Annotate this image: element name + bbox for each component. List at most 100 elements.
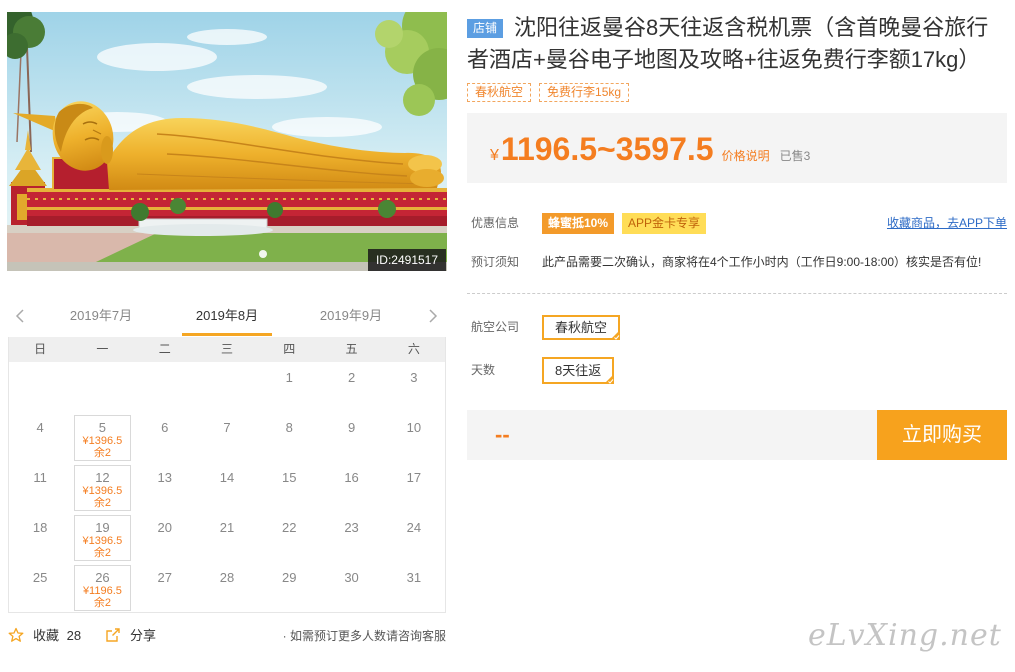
day-number: 8 (285, 420, 293, 435)
calendar-day: 20 (134, 512, 196, 562)
calendar-day: 1 (258, 362, 320, 412)
calendar-day-available[interactable]: 12 ¥1396.5 余2 (71, 462, 133, 512)
product-image[interactable] (7, 12, 447, 271)
day-number: 23 (344, 520, 359, 535)
day-number: 12 (95, 470, 110, 485)
weekday-label: 日 (34, 342, 47, 356)
tag-baggage: 免费行李15kg (539, 83, 630, 102)
check-corner-icon (604, 374, 615, 384)
day-stock: 余2 (93, 497, 111, 509)
calendar-empty-cell (134, 362, 196, 412)
day-number: 1 (285, 370, 293, 385)
day-number: 26 (95, 570, 110, 585)
calendar-day-available[interactable]: 26 ¥1196.5 余2 (71, 562, 133, 612)
buy-now-button[interactable]: 立即购买 (877, 410, 1007, 460)
favorite-app-order-link[interactable]: 收藏商品，去APP下单 (887, 213, 1007, 234)
calendar-empty-cell (71, 362, 133, 412)
calendar-day-available[interactable]: 5 ¥1396.5 余2 (71, 412, 133, 462)
tag-airline: 春秋航空 (467, 83, 532, 102)
day-number: 13 (157, 470, 172, 485)
reclining-buddha-photo (7, 12, 447, 271)
day-price: ¥1396.5 (82, 485, 123, 497)
available-date-box[interactable]: 12 ¥1396.5 余2 (74, 465, 131, 511)
calendar-day: 28 (196, 562, 258, 612)
calendar-day: 16 (320, 462, 382, 512)
calendar-day: 25 (9, 562, 71, 612)
days-option-selected[interactable]: 8天往返 (542, 357, 615, 384)
calendar-day: 11 (9, 462, 71, 512)
calendar-day: 15 (258, 462, 320, 512)
available-date-box[interactable]: 26 ¥1196.5 余2 (74, 565, 131, 611)
calendar-day: 7 (196, 412, 258, 462)
days-option-label: 8天往返 (555, 363, 602, 378)
buy-bar: -- (467, 410, 877, 460)
day-number: 27 (157, 570, 172, 585)
site-watermark: eLvXing.net (808, 618, 1002, 653)
fountain (133, 218, 273, 236)
day-number: 10 (406, 420, 422, 435)
star-icon[interactable] (8, 627, 24, 643)
day-number: 29 (282, 570, 297, 585)
calendar-day: 13 (134, 462, 196, 512)
calendar-day: 6 (134, 412, 196, 462)
day-number: 5 (98, 420, 107, 435)
day-number: 31 (406, 570, 422, 585)
price-range: 1196.5~3597.5 (500, 131, 714, 167)
calendar-empty-cell (196, 362, 258, 412)
day-number: 24 (406, 520, 422, 535)
calendar-day: 22 (258, 512, 320, 562)
day-stock: 余2 (93, 447, 111, 459)
day-number: 21 (219, 520, 235, 535)
favorite-button[interactable]: 收藏 28 (33, 627, 81, 644)
airline-option-selected[interactable]: 春秋航空 (542, 315, 621, 340)
group-booking-note: · 如需预订更多人数请咨询客服 (282, 629, 446, 643)
price-explanation-link[interactable]: 价格说明 (722, 136, 770, 176)
month-tab-current[interactable]: 2019年8月 (182, 304, 272, 336)
calendar-empty-cell (9, 362, 71, 412)
chevron-left-icon[interactable] (14, 308, 26, 324)
weekday-label: 三 (220, 342, 233, 356)
day-number: 4 (36, 420, 44, 435)
days-label: 天数 (471, 363, 496, 377)
calendar-day: 4 (9, 412, 71, 462)
day-number: 15 (282, 470, 297, 485)
day-price: ¥1396.5 (82, 435, 123, 447)
day-number: 2 (347, 370, 356, 385)
promo-label: 优惠信息 (471, 216, 520, 230)
calendar-day-available[interactable]: 19 ¥1396.5 余2 (71, 512, 133, 562)
available-date-box[interactable]: 5 ¥1396.5 余2 (74, 415, 131, 461)
day-number: 22 (282, 520, 297, 535)
calendar-day: 30 (320, 562, 382, 612)
weekday-label: 二 (158, 342, 171, 356)
calendar-day: 10 (383, 412, 445, 462)
product-tags: 春秋航空 免费行李15kg (467, 83, 637, 102)
shop-badge: 店铺 (467, 19, 504, 38)
day-stock: 余2 (93, 597, 111, 609)
day-number: 14 (219, 470, 235, 485)
share-button[interactable]: 分享 (130, 627, 156, 644)
day-number: 17 (406, 470, 422, 485)
image-id-badge: ID:2491517 (368, 249, 446, 271)
calendar-day: 14 (196, 462, 258, 512)
calendar-day: 3 (383, 362, 445, 412)
day-number: 6 (161, 420, 169, 435)
calendar-day: 31 (383, 562, 445, 612)
day-number: 7 (223, 420, 231, 435)
month-tab-prev[interactable]: 2019年7月 (56, 304, 146, 336)
day-number: 30 (344, 570, 359, 585)
calendar-day: 8 (258, 412, 320, 462)
promo-badge-app-gold: APP金卡专享 (622, 213, 707, 234)
check-corner-icon (610, 330, 621, 340)
chevron-right-icon[interactable] (427, 308, 439, 324)
weekday-label: 六 (407, 342, 420, 356)
calendar-day: 18 (9, 512, 71, 562)
booking-notice-text: 此产品需要二次确认，商家将在4个工作小时内（工作日9:00-18:00）核实是否… (542, 255, 982, 269)
calendar-day: 2 (320, 362, 382, 412)
available-date-box[interactable]: 19 ¥1396.5 余2 (74, 515, 131, 561)
share-icon[interactable] (105, 627, 121, 643)
day-stock: 余2 (93, 547, 111, 559)
favorite-label: 收藏 (33, 628, 60, 643)
month-tab-next[interactable]: 2019年9月 (306, 304, 396, 336)
day-number: 28 (219, 570, 235, 585)
carousel-dot[interactable] (259, 250, 267, 258)
